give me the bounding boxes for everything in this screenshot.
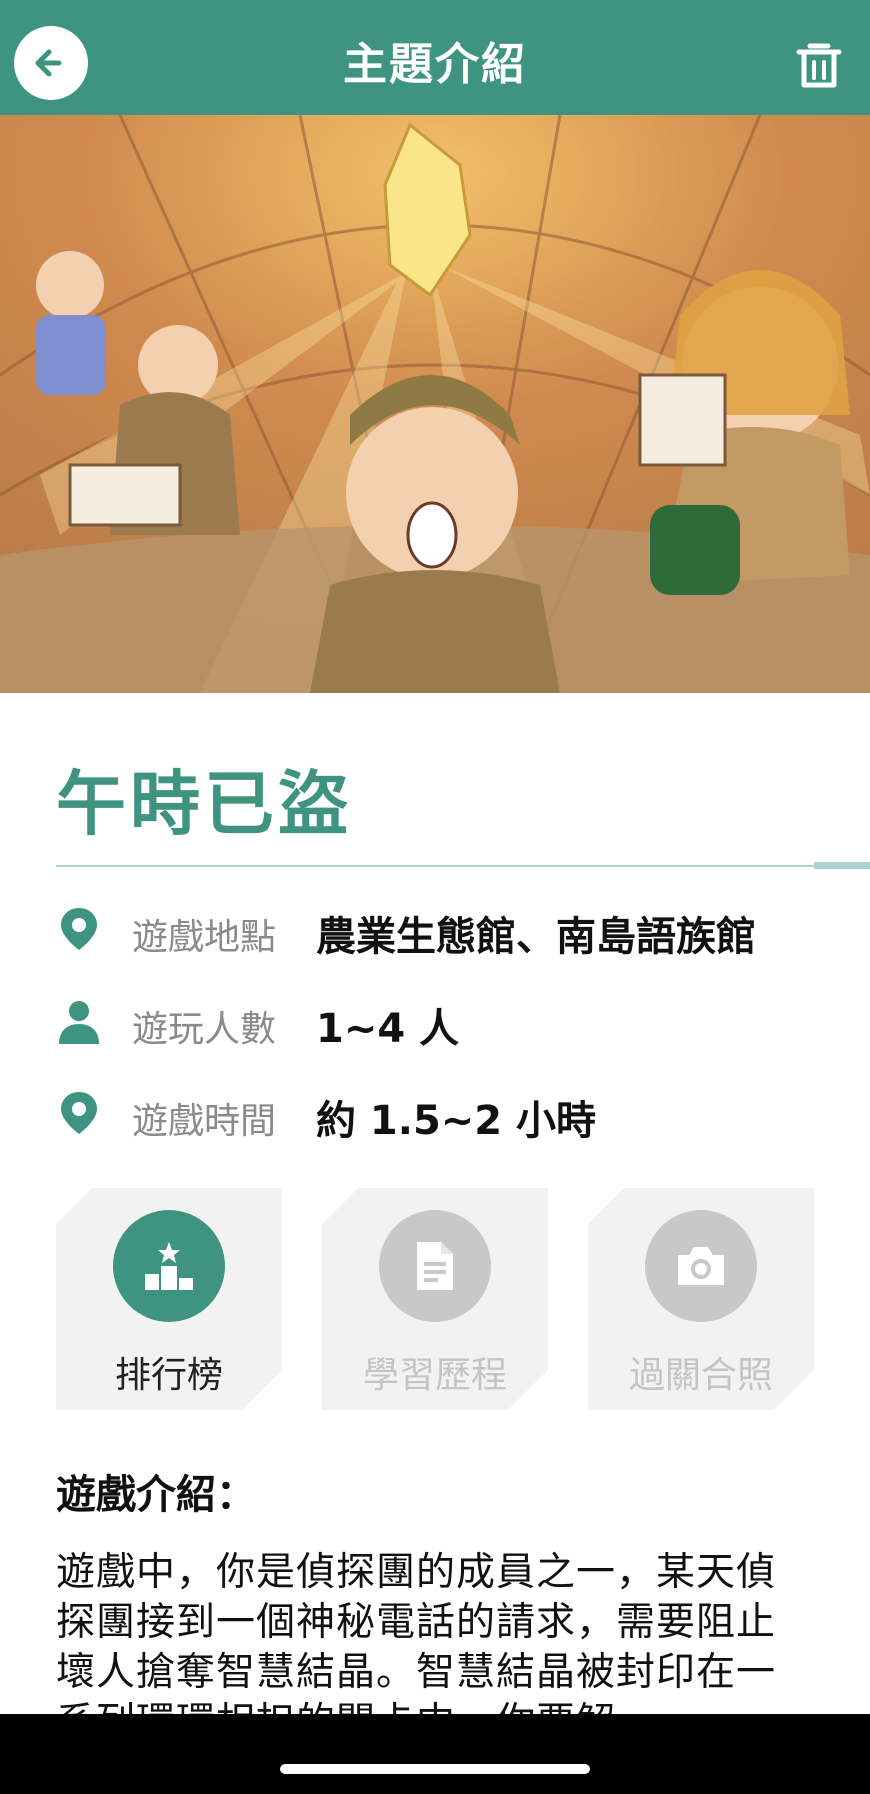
system-bottom-bar xyxy=(0,1714,870,1794)
divider xyxy=(56,865,816,867)
home-indicator[interactable] xyxy=(280,1764,590,1774)
location-pin-icon xyxy=(61,908,97,950)
theme-cover-image xyxy=(0,115,870,693)
intro-heading: 遊戲介紹： xyxy=(56,1472,256,1518)
theme-title: 午時已盜 xyxy=(56,763,352,845)
learning-history-icon-circle xyxy=(379,1210,491,1322)
card-label: 過關合照 xyxy=(628,1355,773,1396)
info-value: 1~4 人 xyxy=(316,1006,460,1052)
info-value: 農業生態館、南島語族館 xyxy=(316,914,756,960)
page-title: 主題介紹 xyxy=(343,39,527,90)
trash-icon[interactable] xyxy=(796,40,842,90)
info-row-location: 遊戲地點 農業生態館、南島語族館 xyxy=(56,898,856,960)
info-row-duration: 遊戲時間 約 1.5~2 小時 xyxy=(56,1082,856,1144)
info-label: 遊玩人數 xyxy=(132,1009,277,1050)
intro-body: 遊戲中，你是偵探團的成員之一，某天偵探團接到一個神秘電話的請求，需要阻止壞人搶奪… xyxy=(56,1550,777,1714)
document-icon xyxy=(413,1240,457,1292)
clear-photo-button[interactable]: 過關合照 xyxy=(588,1188,814,1410)
card-label: 學習歷程 xyxy=(362,1355,507,1396)
info-label: 遊戲地點 xyxy=(132,917,277,958)
learning-history-button[interactable]: 學習歷程 xyxy=(322,1188,548,1410)
info-row-players: 遊玩人數 1~4 人 xyxy=(56,990,856,1052)
top-app-bar: 主題介紹 xyxy=(0,0,870,115)
leaderboard-button[interactable]: 排行榜 xyxy=(56,1188,282,1410)
person-icon xyxy=(59,1001,99,1044)
podium-star-icon xyxy=(143,1240,195,1292)
divider-accent xyxy=(814,862,870,869)
clear-photo-icon-circle xyxy=(645,1210,757,1322)
camera-icon xyxy=(674,1243,728,1289)
info-label: 遊戲時間 xyxy=(132,1101,277,1142)
leaderboard-icon-circle xyxy=(113,1210,225,1322)
card-label: 排行榜 xyxy=(114,1355,223,1396)
location-pin-icon xyxy=(61,1092,97,1134)
info-value: 約 1.5~2 小時 xyxy=(316,1098,597,1144)
